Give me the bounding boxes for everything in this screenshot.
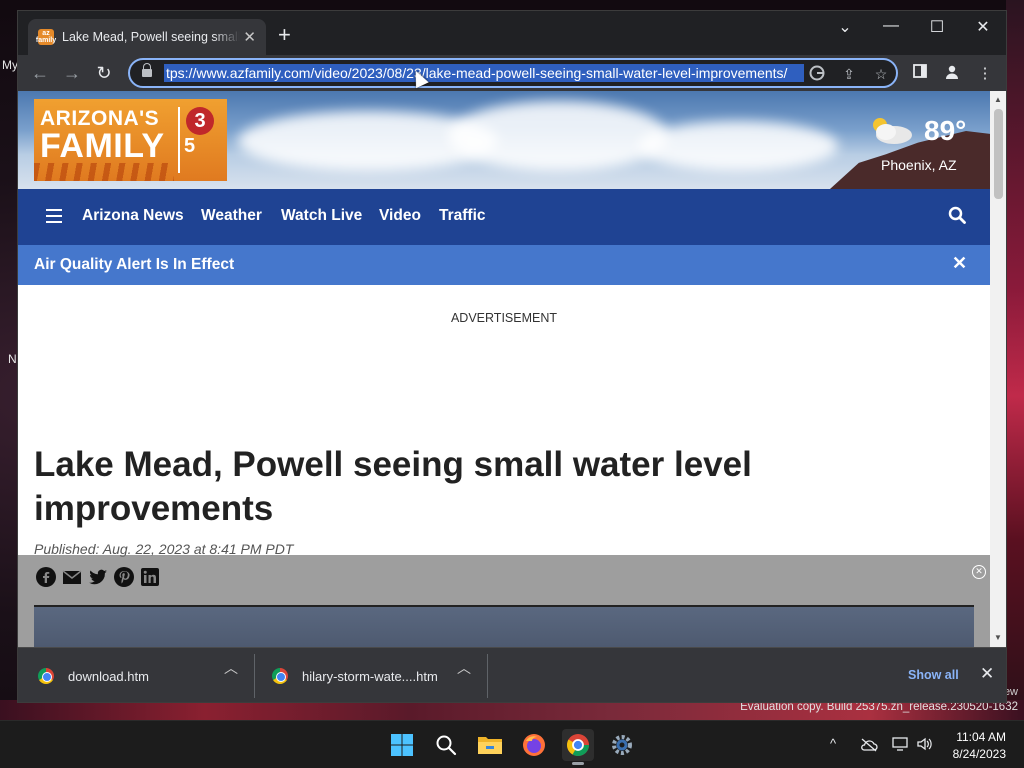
profile-avatar-icon[interactable]	[942, 64, 962, 84]
overlay-close-icon[interactable]: ✕	[972, 565, 986, 579]
sticky-share-overlay: ✕	[18, 555, 990, 647]
desktop-icon-label-my[interactable]: My	[2, 58, 18, 72]
wallpaper-edge-right	[1006, 0, 1024, 720]
address-bar[interactable]: tps://www.azfamily.com/video/2023/08/23/…	[128, 58, 898, 88]
download-divider	[487, 654, 488, 698]
weather-city[interactable]: Phoenix, AZ	[881, 157, 957, 173]
article-headline: Lake Mead, Powell seeing small water lev…	[34, 445, 752, 528]
nav-item-weather[interactable]: Weather	[201, 207, 262, 225]
chevron-up-icon[interactable]: ︿	[457, 658, 471, 678]
back-button[interactable]: ←	[28, 61, 52, 85]
clock-date: 8/24/2023	[952, 747, 1006, 761]
folder-icon	[478, 737, 502, 754]
settings-button[interactable]	[606, 729, 638, 761]
close-window-button[interactable]: ✕	[968, 17, 998, 37]
browser-tab[interactable]: az family Lake Mead, Powell seeing small…	[28, 19, 266, 55]
url-text[interactable]: tps://www.azfamily.com/video/2023/08/23/…	[164, 64, 804, 82]
gear-icon	[612, 735, 632, 755]
chrome-file-icon	[272, 668, 288, 684]
downloads-bar: download.htm ︿ hilary-storm-wate....htm …	[18, 647, 1006, 702]
cloud-decoration	[448, 101, 668, 171]
hamburger-menu-icon[interactable]	[46, 209, 62, 223]
active-app-indicator	[572, 762, 584, 765]
main-navigation: Arizona News Weather Watch Live Video Tr…	[18, 189, 990, 245]
firefox-button[interactable]	[518, 729, 550, 761]
alert-text[interactable]: Air Quality Alert Is In Effect	[34, 256, 234, 274]
advertisement-label: ADVERTISEMENT	[450, 311, 558, 325]
azfamily-favicon-icon: az family	[35, 29, 57, 45]
onedrive-cloud-off-icon[interactable]	[860, 738, 878, 752]
tab-title: Lake Mead, Powell seeing small water lev…	[62, 30, 240, 44]
alert-close-icon[interactable]: ✕	[952, 253, 967, 274]
scrollbar-thumb[interactable]	[994, 109, 1003, 199]
title-bar: az family Lake Mead, Powell seeing small…	[18, 11, 1006, 55]
chevron-up-icon[interactable]: ︿	[224, 658, 238, 678]
search-icon[interactable]	[948, 206, 966, 224]
nav-item-video[interactable]: Video	[379, 207, 421, 225]
clock-time: 11:04 AM	[956, 730, 1006, 744]
logo-channel-5: 5	[184, 135, 196, 157]
email-icon[interactable]	[62, 567, 82, 587]
reload-button[interactable]: ↻	[92, 61, 116, 85]
tab-close-icon[interactable]: ✕	[243, 30, 256, 45]
cloud-decoration	[638, 121, 838, 171]
show-all-downloads-button[interactable]: Show all	[908, 668, 959, 682]
menu-kebab-icon[interactable]: ⋮	[975, 64, 995, 82]
side-panel-icon[interactable]	[910, 64, 930, 82]
volume-icon[interactable]	[916, 736, 932, 752]
chrome-taskbar-button[interactable]	[562, 729, 594, 765]
scroll-down-arrow-icon[interactable]: ▼	[994, 633, 1002, 642]
nav-item-watch-live[interactable]: Watch Live	[281, 207, 362, 225]
windows-logo-icon	[391, 734, 413, 756]
partly-cloudy-icon	[873, 118, 912, 144]
web-page: ARIZONA'S FAMILY 3 5 89° Phoenix, AZ Ari…	[18, 91, 990, 647]
download-item[interactable]: download.htm	[38, 656, 149, 696]
linkedin-icon[interactable]	[140, 567, 160, 587]
download-divider	[254, 654, 255, 698]
tab-search-chevron-icon[interactable]: ⌄	[830, 17, 860, 37]
twitter-icon[interactable]	[88, 567, 108, 587]
taskbar: ^ 11:04 AM 8/24/2023	[0, 720, 1024, 768]
firefox-icon	[523, 734, 545, 756]
browser-toolbar: ← → ↻ tps://www.azfamily.com/video/2023/…	[18, 55, 1006, 91]
chrome-icon	[567, 734, 589, 756]
logo-line2: FAMILY	[40, 127, 165, 165]
air-quality-alert-banner[interactable]: Air Quality Alert Is In Effect ✕	[18, 245, 990, 285]
forward-button[interactable]: →	[60, 61, 84, 85]
maximize-button[interactable]: ☐	[922, 17, 952, 37]
weather-temperature[interactable]: 89°	[924, 115, 966, 147]
share-icon[interactable]: ⇪	[840, 65, 858, 83]
download-filename: download.htm	[68, 668, 149, 684]
nav-item-traffic[interactable]: Traffic	[439, 207, 486, 225]
desktop-icon-label-n[interactable]: N	[8, 352, 17, 366]
network-icon[interactable]	[892, 736, 908, 752]
tray-chevron-icon[interactable]: ^	[830, 736, 836, 751]
new-tab-button[interactable]: +	[278, 24, 291, 46]
scroll-up-arrow-icon[interactable]: ▲	[994, 95, 1002, 104]
chrome-file-icon	[38, 668, 54, 684]
google-lens-icon[interactable]	[808, 65, 826, 83]
close-downloads-bar-button[interactable]: ✕	[980, 664, 994, 684]
logo-channel-3: 3	[186, 107, 214, 135]
page-scrollbar[interactable]: ▲ ▼	[990, 91, 1006, 647]
start-button[interactable]	[386, 729, 418, 761]
file-explorer-button[interactable]	[474, 729, 506, 761]
taskbar-search-button[interactable]	[430, 729, 462, 761]
search-icon	[436, 735, 457, 756]
pinterest-icon[interactable]	[114, 567, 134, 587]
download-item[interactable]: hilary-storm-wate....htm	[272, 656, 438, 696]
nav-item-arizona-news[interactable]: Arizona News	[82, 207, 184, 225]
minimize-button[interactable]: —	[876, 17, 906, 35]
bookmark-star-icon[interactable]: ☆	[872, 65, 890, 83]
arizonas-family-logo[interactable]: ARIZONA'S FAMILY 3 5	[34, 99, 227, 181]
download-filename: hilary-storm-wate....htm	[302, 668, 438, 684]
lock-icon[interactable]	[142, 63, 152, 78]
site-header-banner: ARIZONA'S FAMILY 3 5 89° Phoenix, AZ	[18, 91, 990, 189]
system-clock[interactable]: 11:04 AM 8/24/2023	[940, 729, 1006, 763]
browser-window: az family Lake Mead, Powell seeing small…	[17, 10, 1007, 703]
logo-sun-rays	[34, 163, 174, 181]
video-player[interactable]	[34, 605, 974, 647]
facebook-icon[interactable]	[36, 567, 56, 587]
logo-divider	[178, 107, 180, 173]
